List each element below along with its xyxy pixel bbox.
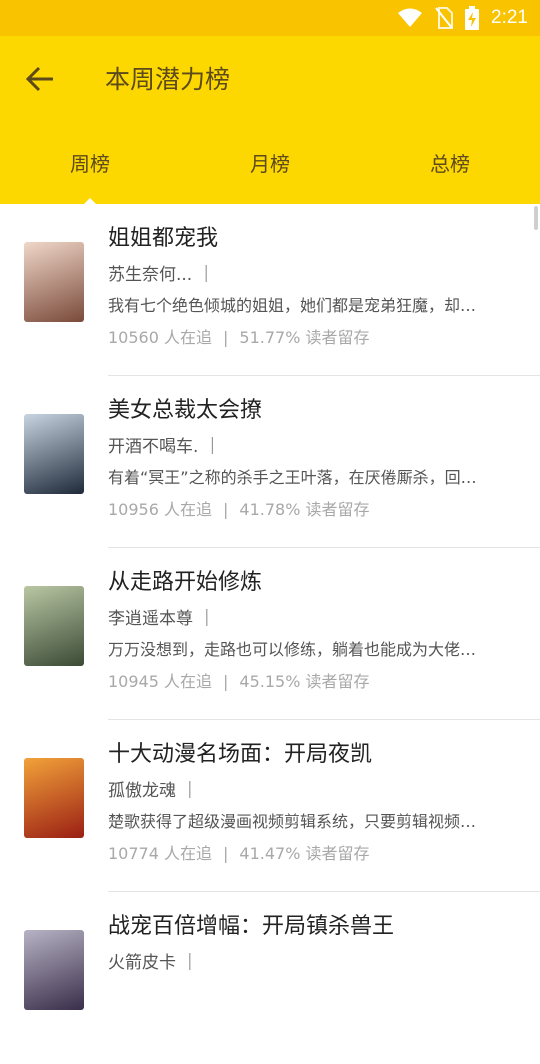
book-description: 有着“冥王”之称的杀手之王叶落，在厌倦厮杀，回… (108, 468, 477, 487)
follower-count: 10945 人在追 (108, 672, 212, 691)
retention-rate: 41.78% 读者留存 (239, 500, 370, 519)
book-title: 姐姐都宠我 (108, 226, 219, 251)
book-description: 万万没想到，走路也可以修练，躺着也能成为大佬… (108, 640, 477, 659)
scrollbar[interactable] (534, 206, 538, 230)
list-item[interactable]: 美女总裁太会撩 开酒不喝车. ｜ 有着“冥王”之称的杀手之王叶落，在厌倦厮杀，回… (0, 376, 540, 548)
stat-separator: | (223, 328, 229, 347)
book-description: 我有七个绝色倾城的姐姐，她们都是宠弟狂魔，却… (108, 296, 477, 315)
book-title: 美女总裁太会撩 (108, 398, 263, 423)
book-stats: 10560 人在追 | 51.77% 读者留存 (108, 324, 370, 348)
retention-rate: 45.15% 读者留存 (239, 672, 370, 691)
stat-separator: | (223, 844, 229, 863)
status-bar: 2:21 (0, 0, 540, 36)
list-item[interactable]: 战宠百倍增幅：开局镇杀兽王 火箭皮卡 ｜ (0, 892, 540, 1064)
book-cover (24, 414, 84, 494)
wifi-icon (398, 8, 423, 27)
no-sim-icon (435, 7, 454, 29)
book-author: 李逍遥本尊 ｜ (108, 609, 216, 629)
book-author: 苏生奈何... ｜ (108, 265, 215, 285)
follower-count: 10560 人在追 (108, 328, 212, 347)
book-stats: 10945 人在追 | 45.15% 读者留存 (108, 668, 370, 692)
list-item[interactable]: 姐姐都宠我 苏生奈何... ｜ 我有七个绝色倾城的姐姐，她们都是宠弟狂魔，却… … (0, 204, 540, 376)
list-item[interactable]: 从走路开始修炼 李逍遥本尊 ｜ 万万没想到，走路也可以修练，躺着也能成为大佬… … (0, 548, 540, 720)
follower-count: 10956 人在追 (108, 500, 212, 519)
app-bar: 本周潜力榜 周榜 月榜 总榜 (0, 36, 540, 206)
status-icons: 2:21 (397, 6, 528, 30)
page-title: 本周潜力榜 (105, 65, 231, 94)
book-description: 楚歌获得了超级漫画视频剪辑系统，只要剪辑视频… (108, 812, 477, 831)
book-title: 战宠百倍增幅：开局镇杀兽王 (108, 914, 395, 939)
clock: 2:21 (491, 7, 528, 28)
book-author: 孤傲龙魂 ｜ (108, 781, 199, 801)
book-cover (24, 758, 84, 838)
stat-separator: | (223, 672, 229, 691)
book-author: 火箭皮卡 ｜ (108, 953, 199, 973)
book-cover (24, 930, 84, 1010)
back-arrow-icon[interactable] (24, 62, 58, 96)
tab-bar: 周榜 月榜 总榜 (0, 138, 540, 190)
book-author: 开酒不喝车. ｜ (108, 437, 221, 457)
book-cover (24, 242, 84, 322)
retention-rate: 41.47% 读者留存 (239, 844, 370, 863)
book-title: 从走路开始修炼 (108, 570, 263, 595)
follower-count: 10774 人在追 (108, 844, 212, 863)
tab-monthly[interactable]: 月榜 (180, 138, 360, 190)
book-list[interactable]: 姐姐都宠我 苏生奈何... ｜ 我有七个绝色倾城的姐姐，她们都是宠弟狂魔，却… … (0, 204, 540, 1064)
battery-charging-icon (465, 6, 480, 30)
tab-weekly[interactable]: 周榜 (0, 138, 180, 190)
stat-separator: | (223, 500, 229, 519)
book-title: 十大动漫名场面：开局夜凯 (108, 742, 373, 767)
book-cover (24, 586, 84, 666)
retention-rate: 51.77% 读者留存 (239, 328, 370, 347)
list-item[interactable]: 十大动漫名场面：开局夜凯 孤傲龙魂 ｜ 楚歌获得了超级漫画视频剪辑系统，只要剪辑… (0, 720, 540, 892)
tab-all-time[interactable]: 总榜 (360, 138, 540, 190)
book-stats: 10774 人在追 | 41.47% 读者留存 (108, 840, 370, 864)
book-stats: 10956 人在追 | 41.78% 读者留存 (108, 496, 370, 520)
